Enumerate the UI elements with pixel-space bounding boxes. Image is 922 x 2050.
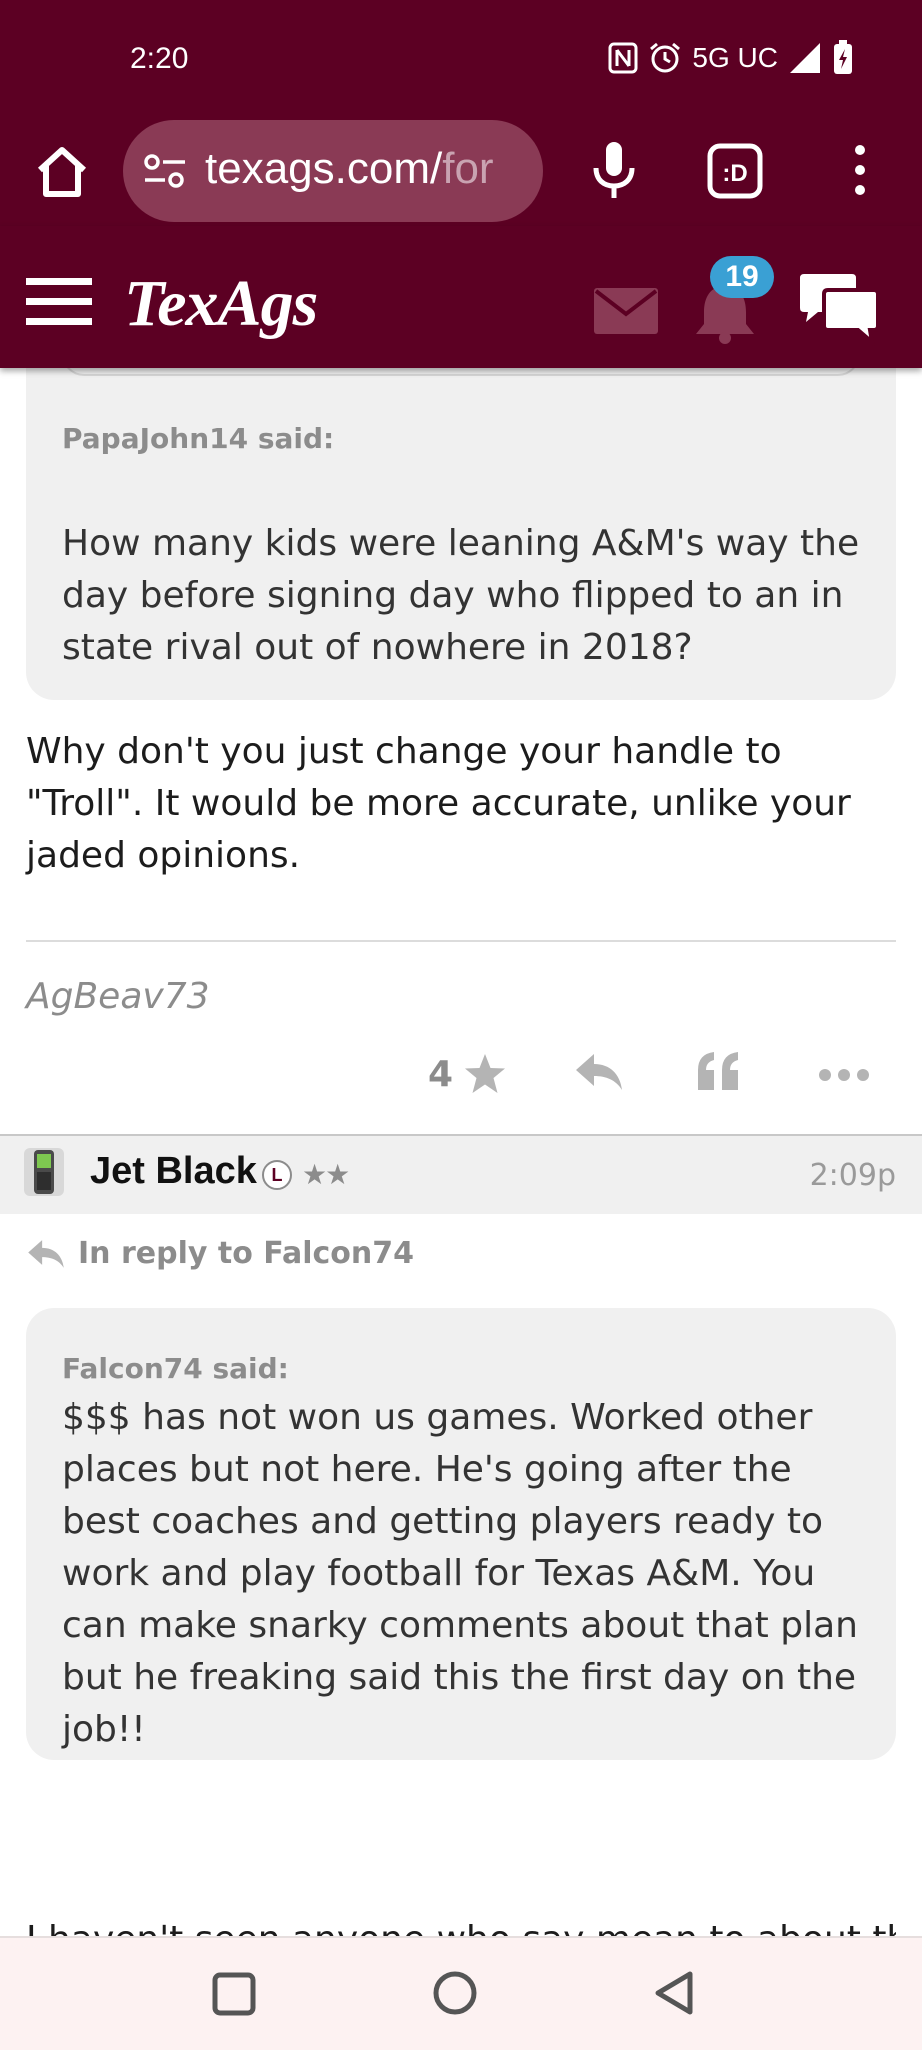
home-icon: [37, 147, 87, 197]
site-logo[interactable]: TexAgs: [124, 266, 318, 342]
status-bar: 2:20 5G UC: [0, 0, 922, 120]
tab-count: :D: [722, 160, 747, 187]
site-settings-icon[interactable]: [143, 153, 187, 189]
post-signature: AgBeav73: [26, 976, 210, 1017]
quote-icon[interactable]: [696, 1050, 742, 1094]
home-nav-icon[interactable]: [432, 1970, 478, 2016]
mic-icon: [593, 142, 635, 198]
quote-text: How many kids were leaning A&M's way the…: [62, 523, 860, 668]
signature-divider: [26, 940, 896, 942]
url-rest: for: [442, 144, 494, 193]
notification-badge: 19: [710, 256, 774, 298]
user-stars: ★★: [302, 1158, 350, 1191]
voice-search-button[interactable]: [582, 138, 646, 202]
post-header: Jet Black L ★★ 2:09p: [0, 1134, 922, 1214]
system-nav-bar: [0, 1936, 922, 2050]
nfc-icon: [608, 42, 638, 74]
avatar[interactable]: [24, 1148, 64, 1196]
star-icon: [465, 1054, 506, 1093]
alarm-icon: [650, 42, 681, 73]
browser-menu-button[interactable]: [840, 138, 880, 202]
reply-arrow-icon: [28, 1239, 64, 1268]
post-username[interactable]: Jet Black: [90, 1150, 257, 1193]
battery-charging-icon: [834, 40, 852, 74]
hamburger-icon[interactable]: [26, 278, 92, 326]
back-icon[interactable]: [652, 1970, 696, 2016]
post-body: Why don't you just change your handle to…: [26, 731, 851, 876]
url-main: texags.com/: [205, 144, 443, 193]
more-horiz-icon[interactable]: [818, 1068, 870, 1082]
status-time: 2:20: [130, 42, 189, 75]
legacy-badge: L: [262, 1160, 292, 1190]
signal-icon: [790, 43, 820, 73]
post-body-partial: I haven't seen anyone who say mean to ab…: [26, 1914, 896, 1936]
post-time[interactable]: 2:09p: [810, 1158, 896, 1193]
rating-button[interactable]: 4: [428, 1052, 507, 1096]
quote-text: $$$ has not won us games. Worked other p…: [62, 1397, 858, 1750]
address-bar[interactable]: texags.com/for: [123, 120, 543, 222]
post-actions: 4: [0, 1044, 922, 1114]
phone-avatar-icon: [34, 1150, 54, 1194]
browser-toolbar: texags.com/for :D: [0, 120, 922, 226]
quote-author[interactable]: PapaJohn14 said:: [62, 422, 334, 455]
chat-icon[interactable]: [796, 272, 882, 346]
url-text: texags.com/for: [205, 144, 494, 194]
in-reply-to-text: In reply to Falcon74: [78, 1236, 415, 1271]
more-vert-icon: [855, 145, 865, 195]
network-type: 5G UC: [692, 42, 778, 73]
home-button[interactable]: [30, 140, 94, 204]
recents-icon[interactable]: [212, 1972, 256, 2016]
tabs-icon: :D: [707, 143, 763, 199]
quote-block: Falcon74 said: $$$ has not won us games.…: [26, 1308, 896, 1760]
mail-icon[interactable]: [594, 288, 658, 334]
rating-count: 4: [428, 1053, 454, 1095]
tab-switcher-button[interactable]: :D: [706, 142, 764, 200]
site-header: TexAgs 19: [0, 226, 922, 368]
quote-author[interactable]: Falcon74 said:: [62, 1352, 289, 1385]
reply-icon[interactable]: [574, 1050, 624, 1094]
in-reply-to[interactable]: In reply to Falcon74: [26, 1236, 414, 1271]
status-icons: 5G UC: [608, 40, 854, 76]
